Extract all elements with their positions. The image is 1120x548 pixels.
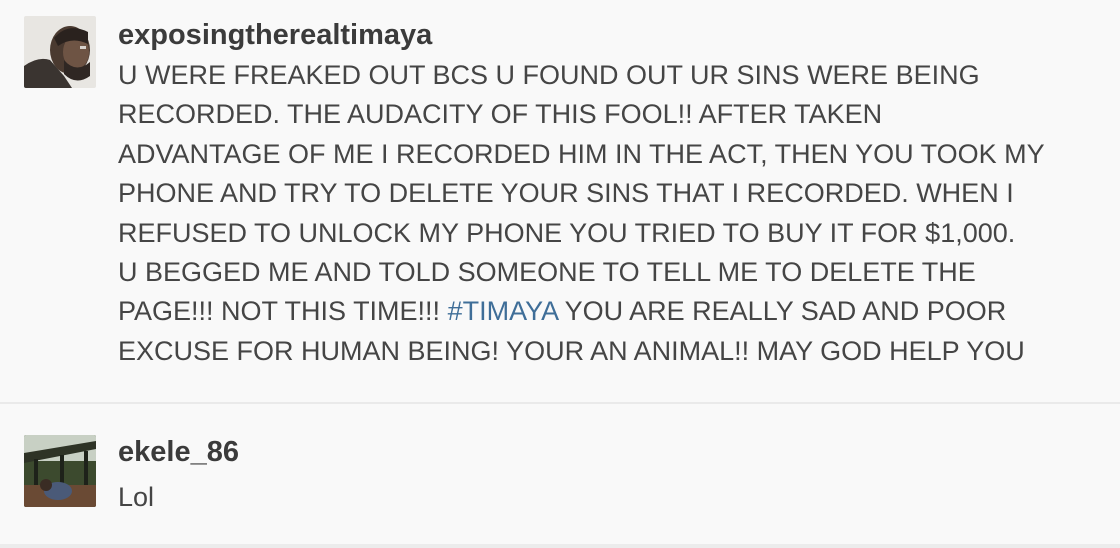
comment-text-line: PAGE!!! NOT THIS TIME!!! #TIMAYA YOU ARE… [118, 292, 1045, 331]
comment-text-line: U BEGGED ME AND TOLD SOMEONE TO TELL ME … [118, 257, 976, 288]
comment-text-line: U WERE FREAKED OUT BCS U FOUND OUT UR SI… [118, 60, 980, 90]
avatar[interactable] [24, 435, 96, 507]
hashtag-link[interactable]: #TIMAYA [448, 296, 558, 326]
avatar-image [24, 435, 96, 507]
comment-text: U WERE FREAKED OUT BCS U FOUND OUT UR SI… [118, 56, 1045, 371]
avatar-image [24, 16, 96, 88]
comment-item: ekele_86 Lol [0, 404, 1120, 545]
comment-text-segment: YOU ARE REALLY SAD AND POOR [557, 296, 1007, 327]
comment-text-segment: PAGE!!! NOT THIS TIME!!! [118, 296, 448, 327]
comment-username[interactable]: ekele_86 [118, 436, 239, 469]
comment-username[interactable]: exposingtherealtimaya [118, 19, 432, 52]
comment-text-line: ADVANTAGE OF ME I RECORDED HIM IN THE AC… [118, 138, 1045, 169]
comment-text: Lol [118, 482, 155, 512]
avatar[interactable] [24, 16, 96, 88]
comment-text-line: EXCUSE FOR HUMAN BEING! YOUR AN ANIMAL!!… [118, 335, 1025, 366]
comment-text-line: PHONE AND TRY TO DELETE YOUR SINS THAT I… [118, 178, 1014, 209]
comment-text-line: RECORDED. THE AUDACITY OF THIS FOOL!! AF… [118, 99, 883, 130]
comment-divider [0, 544, 1120, 548]
comment-text-line: REFUSED TO UNLOCK MY PHONE YOU TRIED TO … [118, 217, 1016, 248]
comment-item: exposingtherealtimaya U WERE FREAKED OUT… [0, 0, 1120, 402]
